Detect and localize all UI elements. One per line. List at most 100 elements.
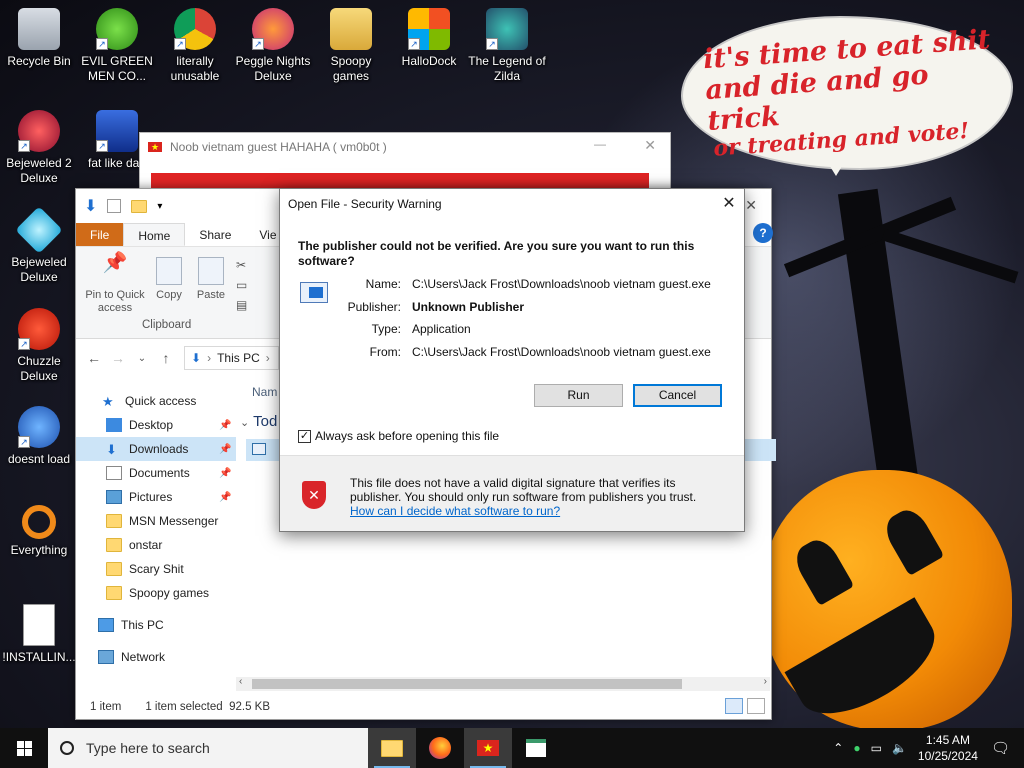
- nav-item-msn-messenger[interactable]: MSN Messenger: [76, 509, 236, 533]
- desktop-icon-everything[interactable]: Everything: [0, 505, 78, 558]
- folder-icon: [330, 8, 372, 50]
- selected-size: 92.5 KB: [229, 701, 270, 713]
- paste-button[interactable]: Paste: [194, 257, 228, 302]
- run-button[interactable]: Run: [534, 384, 623, 407]
- volume-icon[interactable]: 🔈: [892, 741, 907, 755]
- desktop-icon-recycle-bin[interactable]: Recycle Bin: [0, 8, 78, 69]
- security-warning-dialog[interactable]: Open File - Security Warning ✕ The publi…: [279, 188, 745, 532]
- desktop-icon-peggle[interactable]: ↗ Peggle Nights Deluxe: [234, 8, 312, 84]
- desktop-icon-label: EVIL GREEN MEN CO...: [81, 54, 153, 83]
- scroll-right-arrow[interactable]: ›: [764, 676, 767, 687]
- download-arrow-icon: ⬇: [191, 351, 202, 365]
- start-button[interactable]: [0, 728, 48, 768]
- close-button[interactable]: ✕: [644, 137, 656, 154]
- taskbar-notepad[interactable]: [512, 728, 560, 768]
- properties-icon[interactable]: [107, 199, 122, 213]
- column-header-name[interactable]: Nam: [252, 385, 277, 399]
- dialog-title: Open File - Security Warning: [288, 197, 442, 211]
- scrollbar-thumb[interactable]: [252, 679, 682, 689]
- clipboard-small-buttons[interactable]: ✂ ▭ ▤: [236, 255, 247, 315]
- zilda-icon: ↗: [486, 8, 528, 50]
- always-ask-checkbox[interactable]: ✓: [298, 429, 311, 443]
- pumpkin-eye: [879, 504, 945, 576]
- chevron-down-icon[interactable]: ▾: [157, 201, 162, 212]
- nav-item-documents[interactable]: Documents 📌: [76, 461, 236, 485]
- nav-item-network[interactable]: Network: [76, 645, 236, 669]
- desktop-icon-doesnt-load[interactable]: ↗ doesnt load: [0, 406, 78, 467]
- desktop-icon-label: Bejeweled 2 Deluxe: [6, 156, 72, 185]
- desktop-icon-hallodock[interactable]: ↗ HalloDock: [390, 8, 468, 69]
- chevron-up-icon[interactable]: ⌃: [833, 741, 843, 755]
- help-icon[interactable]: ?: [753, 223, 773, 243]
- folder-icon: [106, 562, 122, 576]
- desktop-icon-chrome[interactable]: ↗ literally unusable: [156, 8, 234, 84]
- desktop-icon-chuzzle[interactable]: ↗ Chuzzle Deluxe: [0, 308, 78, 384]
- nav-item-scary-shit[interactable]: Scary Shit: [76, 557, 236, 581]
- nav-item-spoopy-games[interactable]: Spoopy games: [76, 581, 236, 605]
- close-button[interactable]: ✕: [714, 189, 744, 219]
- address-bar[interactable]: ⬇ › This PC ›: [184, 346, 279, 370]
- nav-item-quick-access[interactable]: ★ Quick access: [76, 389, 236, 413]
- nav-item-label: Downloads: [129, 442, 189, 456]
- group-header-today[interactable]: ⌄ Tod: [240, 413, 277, 430]
- desktop-icon-label: Bejeweled Deluxe: [11, 255, 67, 284]
- large-icons-view-icon[interactable]: [747, 698, 765, 714]
- pin-icon: 📌: [219, 467, 232, 479]
- nav-item-downloads[interactable]: ⬇ Downloads 📌: [76, 437, 236, 461]
- field-label: Name:: [365, 277, 401, 291]
- nav-item-onstar[interactable]: onstar: [76, 533, 236, 557]
- desktop-icon-bejeweled[interactable]: Bejeweled Deluxe: [0, 206, 78, 285]
- breadcrumb[interactable]: This PC: [217, 351, 260, 365]
- pin-quick-access-button[interactable]: 📌 Pin to Quick access: [82, 252, 148, 315]
- clock-time: 1:45 AM: [925, 733, 970, 747]
- recent-locations-button[interactable]: ⌄: [130, 353, 154, 364]
- taskbar-noob-vietnam[interactable]: ★: [464, 728, 512, 768]
- copy-button[interactable]: Copy: [152, 257, 186, 302]
- tab-home[interactable]: Home: [123, 223, 186, 246]
- details-view-icon[interactable]: [725, 698, 743, 714]
- back-button[interactable]: ←: [82, 350, 106, 366]
- horizontal-scrollbar[interactable]: ‹ ›: [236, 676, 770, 691]
- desktop-icon-bejeweled2[interactable]: ↗ Bejeweled 2 Deluxe: [0, 110, 78, 186]
- window-titlebar[interactable]: ★ Noob vietnam guest HAHAHA ( vm0b0t ) —…: [140, 133, 670, 161]
- download-arrow-icon[interactable]: ⬇: [84, 196, 97, 216]
- always-ask-checkbox-row[interactable]: ✓ Always ask before opening this file: [298, 429, 499, 443]
- copy-icon: [156, 257, 182, 285]
- nav-item-this-pc[interactable]: This PC: [76, 613, 236, 637]
- ribbon-label: Pin to Quick access: [85, 289, 145, 314]
- nav-item-desktop[interactable]: Desktop 📌: [76, 413, 236, 437]
- mpl-icon: ↗: [96, 110, 138, 152]
- pin-icon: 📌: [219, 419, 232, 431]
- up-button[interactable]: ↑: [154, 350, 178, 366]
- notifications-icon[interactable]: 🗨: [991, 739, 1010, 757]
- dialog-titlebar[interactable]: Open File - Security Warning ✕: [280, 189, 744, 219]
- everything-icon: [22, 505, 56, 539]
- ribbon-label: Copy: [156, 289, 182, 301]
- navigation-pane: ★ Quick access Desktop 📌 ⬇ Downloads 📌 D…: [76, 389, 236, 669]
- network-icon[interactable]: ▭: [871, 741, 882, 755]
- minimize-button[interactable]: —: [594, 137, 606, 151]
- new-folder-icon[interactable]: [131, 199, 148, 213]
- clock[interactable]: 1:45 AM 10/25/2024: [918, 732, 978, 764]
- vietnam-flag-icon: ★: [148, 142, 162, 152]
- scroll-left-arrow[interactable]: ‹: [239, 676, 242, 687]
- documents-icon: [106, 466, 122, 480]
- desktop-icon-spoopy-games[interactable]: Spoopy games: [312, 8, 390, 84]
- help-link[interactable]: How can I decide what software to run?: [350, 504, 560, 518]
- explorer-close-icon[interactable]: ✕: [745, 197, 757, 214]
- taskbar-file-explorer[interactable]: [368, 728, 416, 768]
- desktop-icon-evil-green-men[interactable]: ↗ EVIL GREEN MEN CO...: [78, 8, 156, 84]
- search-icon: [60, 741, 74, 755]
- pin-icon: 📌: [102, 252, 128, 274]
- people-icon[interactable]: ●: [853, 741, 860, 755]
- chrome-icon: ↗: [174, 8, 216, 50]
- search-box[interactable]: Type here to search: [48, 728, 368, 768]
- taskbar-firefox[interactable]: [416, 728, 464, 768]
- desktop-icon-zilda[interactable]: ↗ The Legend of Zilda: [468, 8, 546, 84]
- desktop-icon-installing[interactable]: !INSTALLIN...: [0, 604, 78, 665]
- tab-file[interactable]: File: [76, 223, 124, 246]
- cancel-button[interactable]: Cancel: [633, 384, 722, 407]
- forward-button[interactable]: →: [106, 350, 130, 366]
- tab-share[interactable]: Share: [185, 223, 245, 246]
- nav-item-pictures[interactable]: Pictures 📌: [76, 485, 236, 509]
